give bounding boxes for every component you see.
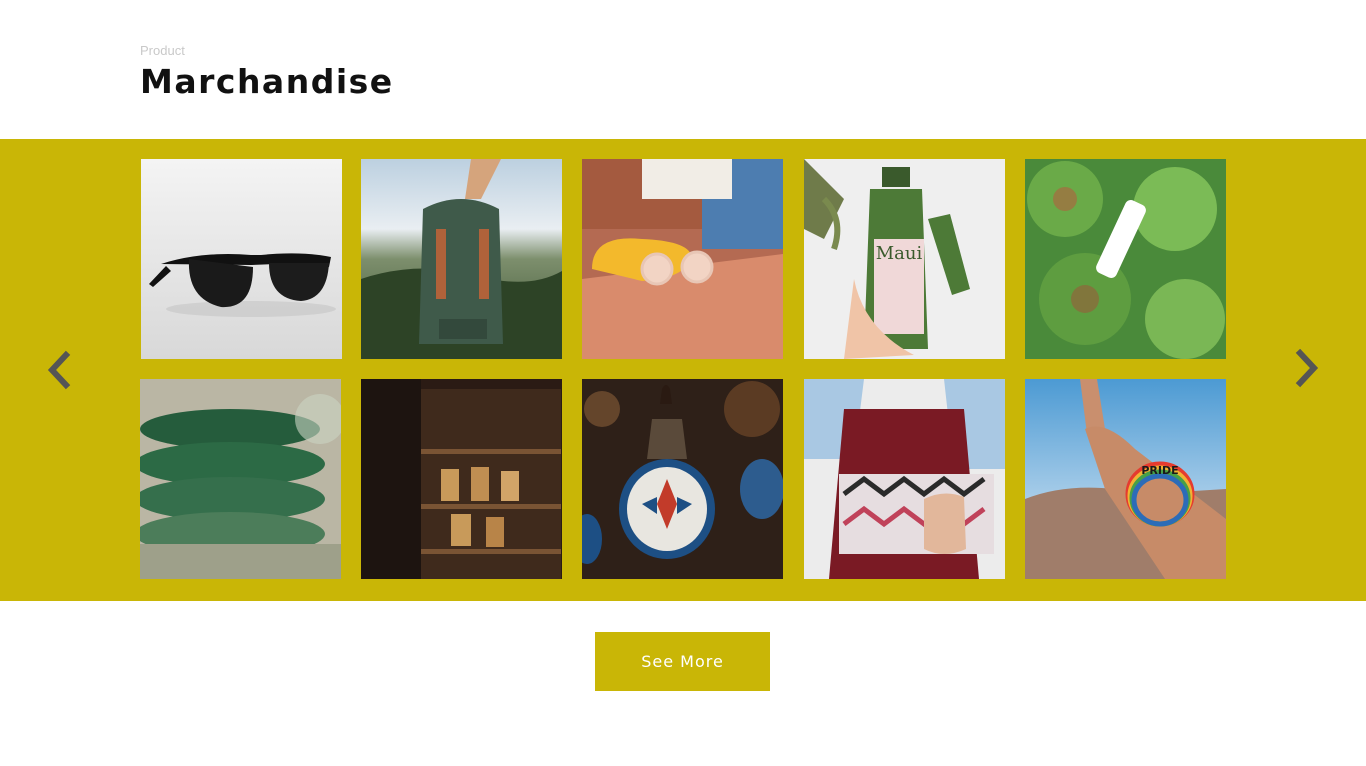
product-shampoo-bottles[interactable]: Maui <box>804 159 1005 359</box>
chevron-right-icon <box>1295 349 1319 388</box>
product-backpack[interactable] <box>361 159 562 359</box>
product-succulents-tube[interactable] <box>1025 159 1226 359</box>
carousel-next-button[interactable] <box>1286 349 1326 391</box>
see-more-button[interactable]: See More <box>595 632 770 691</box>
bracelet-label: PRIDE <box>1141 464 1178 477</box>
page-title: Marchandise <box>140 62 394 101</box>
product-mosaic-lamp[interactable] <box>582 379 783 579</box>
product-sunglasses-yellow-case[interactable] <box>582 159 783 359</box>
pride-bracelet-image: PRIDE <box>1025 379 1226 579</box>
mosaic-lamp-image <box>582 379 783 579</box>
section-eyebrow: Product <box>140 43 185 58</box>
backpack-image <box>361 159 562 359</box>
shelves-image <box>361 379 562 579</box>
sunglasses-case-image <box>582 159 783 359</box>
product-shop-shelves[interactable] <box>361 379 562 579</box>
sunglasses-image <box>141 159 342 359</box>
succulents-image <box>1025 159 1226 359</box>
product-grid: Maui PRIDE <box>140 159 1226 579</box>
product-pride-bracelet[interactable]: PRIDE <box>1025 379 1226 579</box>
product-clutch-bag[interactable] <box>804 379 1005 579</box>
carousel-prev-button[interactable] <box>40 349 80 391</box>
product-sunglasses-black[interactable] <box>141 159 342 359</box>
bowls-image <box>140 379 341 579</box>
clutch-bag-image <box>804 379 1005 579</box>
shampoo-image: Maui <box>804 159 1005 359</box>
bottle-label: Maui <box>876 243 923 264</box>
chevron-left-icon <box>47 350 71 390</box>
product-ceramic-bowls[interactable] <box>140 379 341 579</box>
